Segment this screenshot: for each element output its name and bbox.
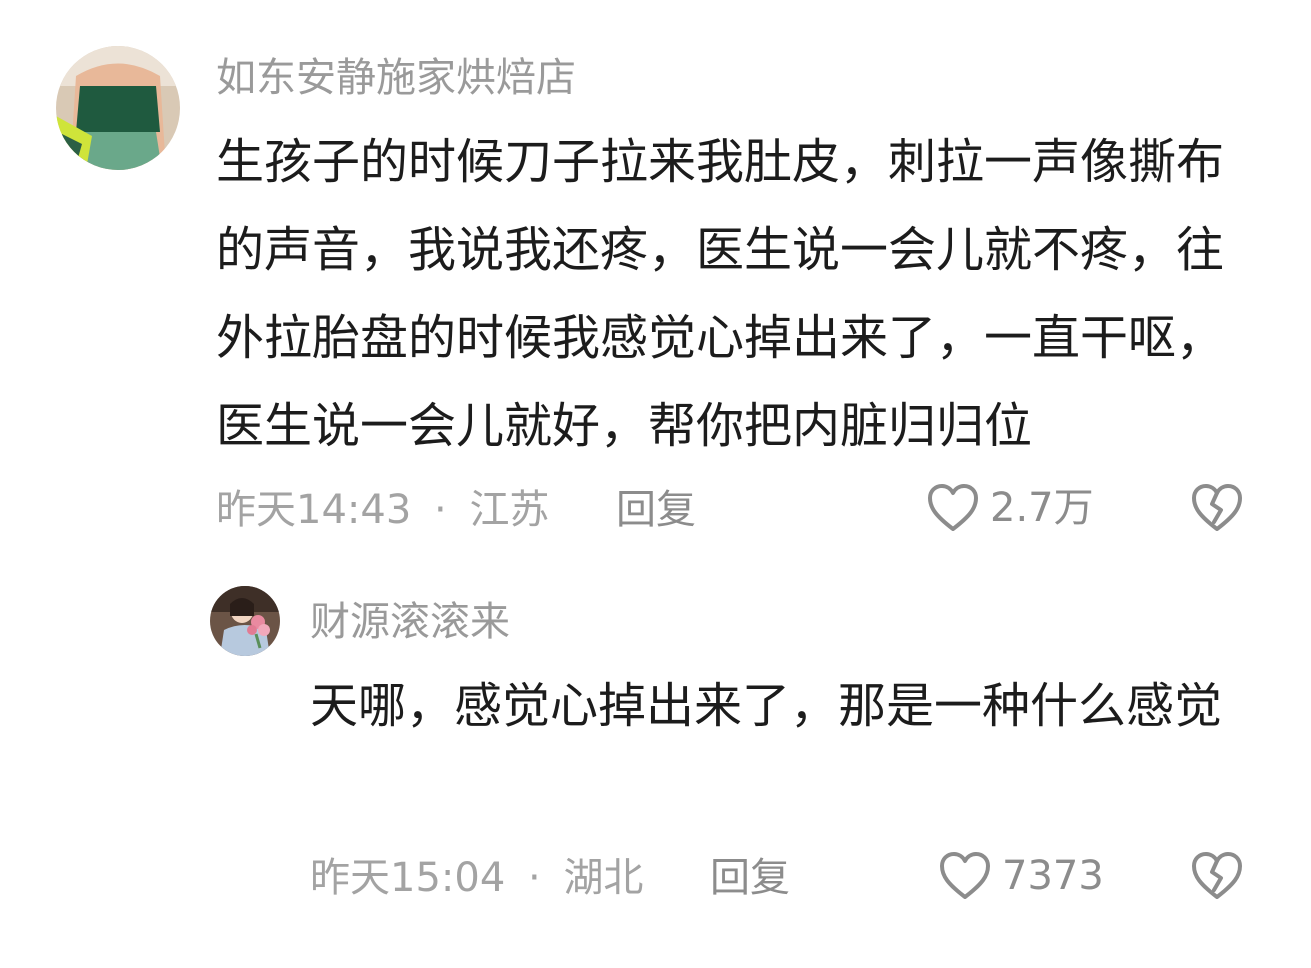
username[interactable]: 财源滚滚来	[310, 596, 510, 648]
heart-outline-icon	[940, 852, 990, 899]
comment-text: 生孩子的时候刀子拉来我肚皮，刺拉一声像撕布的声音，我说我还疼，医生说一会儿就不疼…	[216, 134, 1225, 454]
reply-button[interactable]: 回复	[616, 484, 696, 536]
like-count: 2.7万	[990, 485, 1094, 531]
broken-heart-icon	[1192, 484, 1242, 531]
location: 江苏	[469, 487, 550, 533]
location: 湖北	[563, 855, 644, 901]
username[interactable]: 如东安静施家烘焙店	[216, 52, 576, 104]
timestamp: 昨天15:04	[310, 855, 506, 901]
comment-text: 天哪，感觉心掉出来了，那是一种什么感觉	[310, 678, 1223, 734]
like-button[interactable]: 2.7万	[926, 482, 1094, 534]
comment-item: 如东安静施家烘焙店 生孩子的时候刀子拉来我肚皮，刺拉一声像撕布的声音，我说我还疼…	[0, 0, 1311, 560]
comment-meta: 昨天14:43 · 江苏	[216, 484, 549, 536]
avatar[interactable]	[210, 586, 280, 656]
comment-meta: 昨天15:04 · 湖北	[310, 852, 643, 904]
like-count: 7373	[1002, 853, 1104, 899]
avatar-image	[210, 586, 280, 656]
dislike-button[interactable]	[1190, 482, 1244, 534]
heart-outline-icon	[928, 484, 978, 531]
broken-heart-icon	[1192, 852, 1242, 899]
avatar-image	[56, 46, 180, 170]
dislike-button[interactable]	[1190, 850, 1244, 902]
avatar[interactable]	[56, 46, 180, 170]
like-button[interactable]: 7373	[938, 850, 1104, 902]
reply-button[interactable]: 回复	[710, 852, 790, 904]
meta-separator: ·	[528, 855, 541, 901]
meta-separator: ·	[434, 487, 447, 533]
reply-item: 财源滚滚来 天哪，感觉心掉出来了，那是一种什么感觉 昨天15:04 · 湖北 回…	[0, 560, 1311, 968]
timestamp: 昨天14:43	[216, 487, 412, 533]
